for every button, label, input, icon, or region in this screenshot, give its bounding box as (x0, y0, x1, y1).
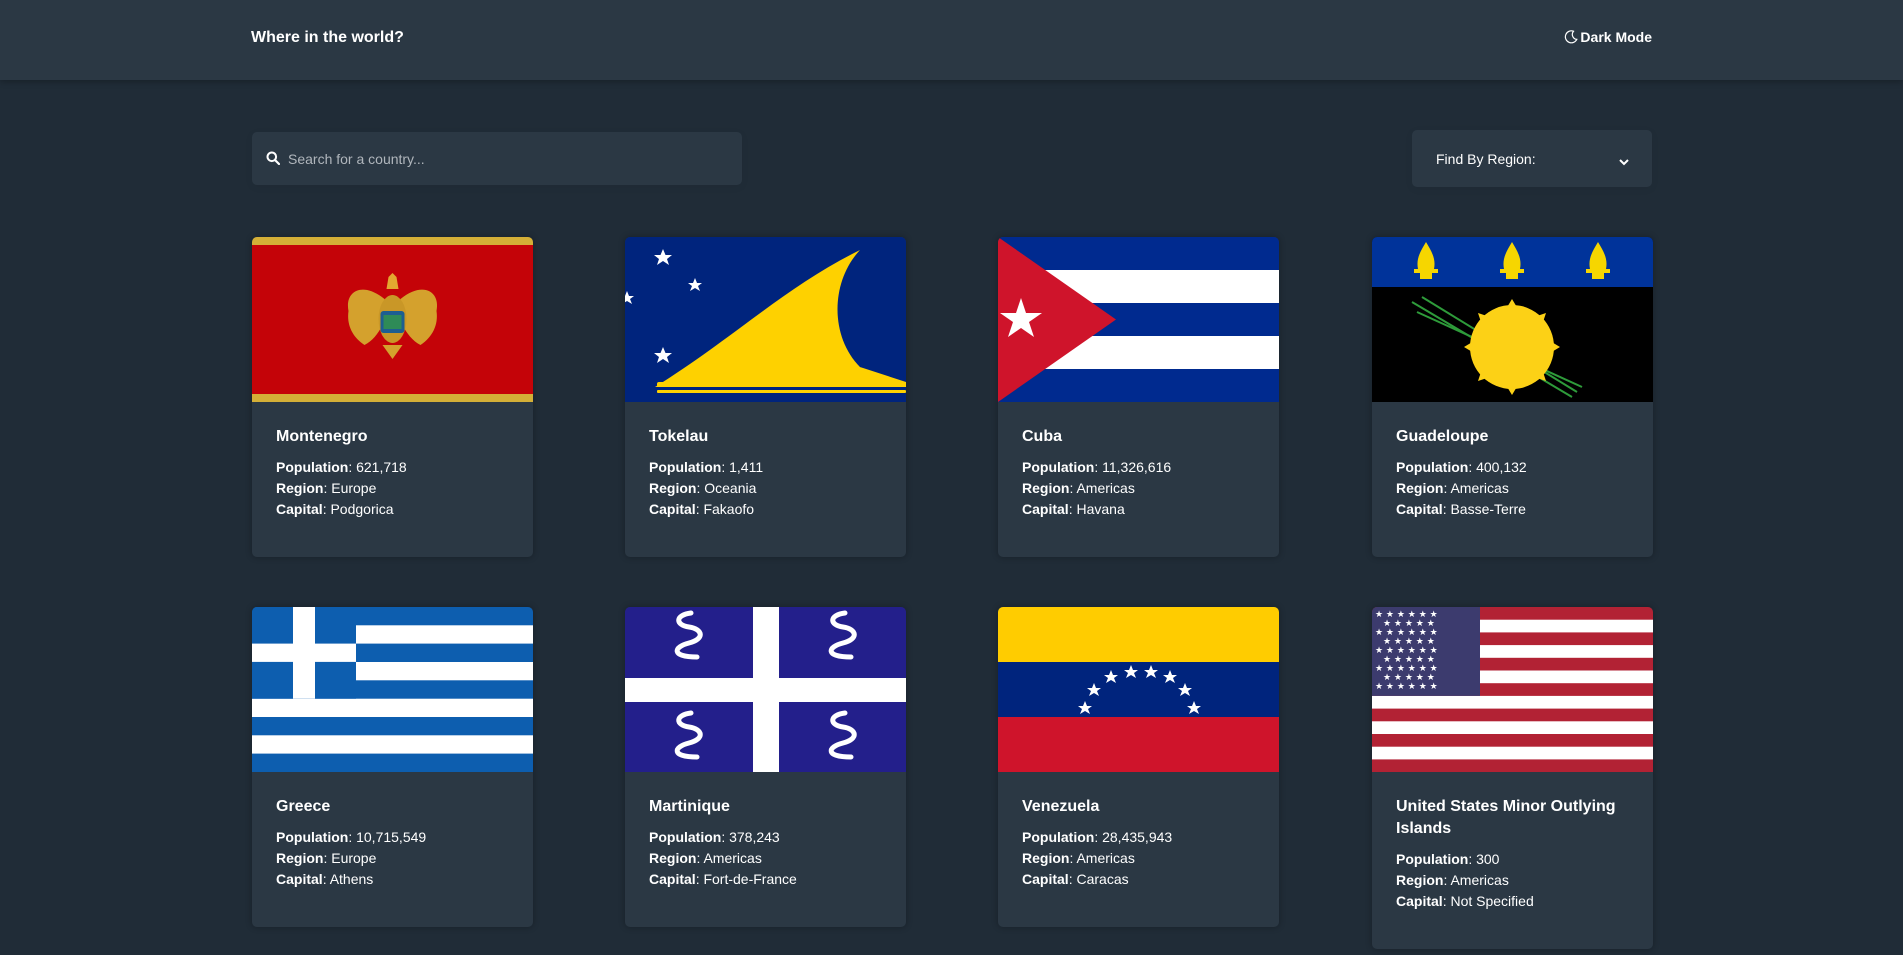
country-name: Cuba (1022, 428, 1062, 445)
region-row: Region: Americas (649, 850, 762, 866)
capital-row: Capital: Athens (276, 871, 374, 887)
country-card[interactable]: Tokelau Population: 1,411 Region: Oceani… (625, 237, 906, 557)
region-row: Region: Europe (276, 850, 377, 866)
capital-row: Capital: Basse-Terre (1396, 501, 1526, 517)
dark-mode-label: Dark Mode (1580, 29, 1652, 45)
region-filter-label: Find By Region: (1436, 151, 1536, 167)
capital-row: Capital: Havana (1022, 501, 1125, 517)
country-card[interactable]: ★ ★ ★ ★ ★ ★ ★ ★ ★ ★ ★ ★ ★ ★ ★ ★ ★ ★ ★ ★ … (1372, 607, 1653, 949)
population-row: Population: 28,435,943 (1022, 829, 1173, 845)
app-title: Where in the world? (251, 29, 404, 46)
region-filter-dropdown[interactable]: Find By Region: (1412, 130, 1652, 187)
country-card[interactable]: Martinique Population: 378,243 Region: A… (625, 607, 906, 927)
search-input[interactable] (288, 132, 728, 185)
country-card[interactable]: Greece Population: 10,715,549 Region: Eu… (252, 607, 533, 927)
search-icon (266, 151, 281, 170)
search-box (252, 132, 742, 185)
capital-row: Capital: Caracas (1022, 871, 1129, 887)
country-card[interactable]: Montenegro Population: 621,718 Region: E… (252, 237, 533, 557)
region-row: Region: Americas (1396, 872, 1509, 888)
capital-row: Capital: Podgorica (276, 501, 394, 517)
population-row: Population: 400,132 (1396, 459, 1527, 475)
montenegro-flag (252, 237, 533, 402)
country-name: Guadeloupe (1396, 428, 1489, 445)
capital-row: Capital: Not Specified (1396, 893, 1534, 909)
venezuela-flag (998, 607, 1279, 772)
region-row: Region: Europe (276, 480, 377, 496)
region-row: Region: Americas (1396, 480, 1509, 496)
country-card[interactable]: Guadeloupe Population: 400,132 Region: A… (1372, 237, 1653, 557)
country-name: Tokelau (649, 428, 709, 445)
svg-text:★ ★ ★ ★ ★ ★: ★ ★ ★ ★ ★ ★ (1375, 682, 1438, 692)
country-name: United States Minor Outlying Islands (1396, 798, 1616, 837)
app-header: Where in the world? Dark Mode (0, 0, 1903, 80)
tokelau-flag (625, 237, 906, 402)
country-name: Martinique (649, 798, 730, 815)
us-minor-outlying-islands-flag: ★ ★ ★ ★ ★ ★ ★ ★ ★ ★ ★ ★ ★ ★ ★ ★ ★ ★ ★ ★ … (1372, 607, 1653, 772)
population-row: Population: 11,326,616 (1022, 459, 1172, 475)
country-card[interactable]: Venezuela Population: 28,435,943 Region:… (998, 607, 1279, 927)
dark-mode-toggle[interactable]: Dark Mode (1564, 29, 1652, 45)
capital-row: Capital: Fort-de-France (649, 871, 797, 887)
country-name: Greece (276, 798, 331, 815)
greece-flag (252, 607, 533, 772)
region-row: Region: Oceania (649, 480, 757, 496)
martinique-flag (625, 607, 906, 772)
region-row: Region: Americas (1022, 480, 1135, 496)
country-card[interactable]: Cuba Population: 11,326,616 Region: Amer… (998, 237, 1279, 557)
moon-icon (1564, 30, 1579, 44)
country-name: Venezuela (1022, 798, 1100, 815)
population-row: Population: 1,411 (649, 459, 764, 475)
guadeloupe-flag (1372, 237, 1653, 402)
capital-row: Capital: Fakaofo (649, 501, 755, 517)
population-row: Population: 300 (1396, 851, 1500, 867)
population-row: Population: 378,243 (649, 829, 780, 845)
cuba-flag (998, 237, 1279, 402)
chevron-down-icon (1618, 154, 1630, 172)
region-row: Region: Americas (1022, 850, 1135, 866)
population-row: Population: 10,715,549 (276, 829, 427, 845)
population-row: Population: 621,718 (276, 459, 407, 475)
country-name: Montenegro (276, 428, 368, 445)
